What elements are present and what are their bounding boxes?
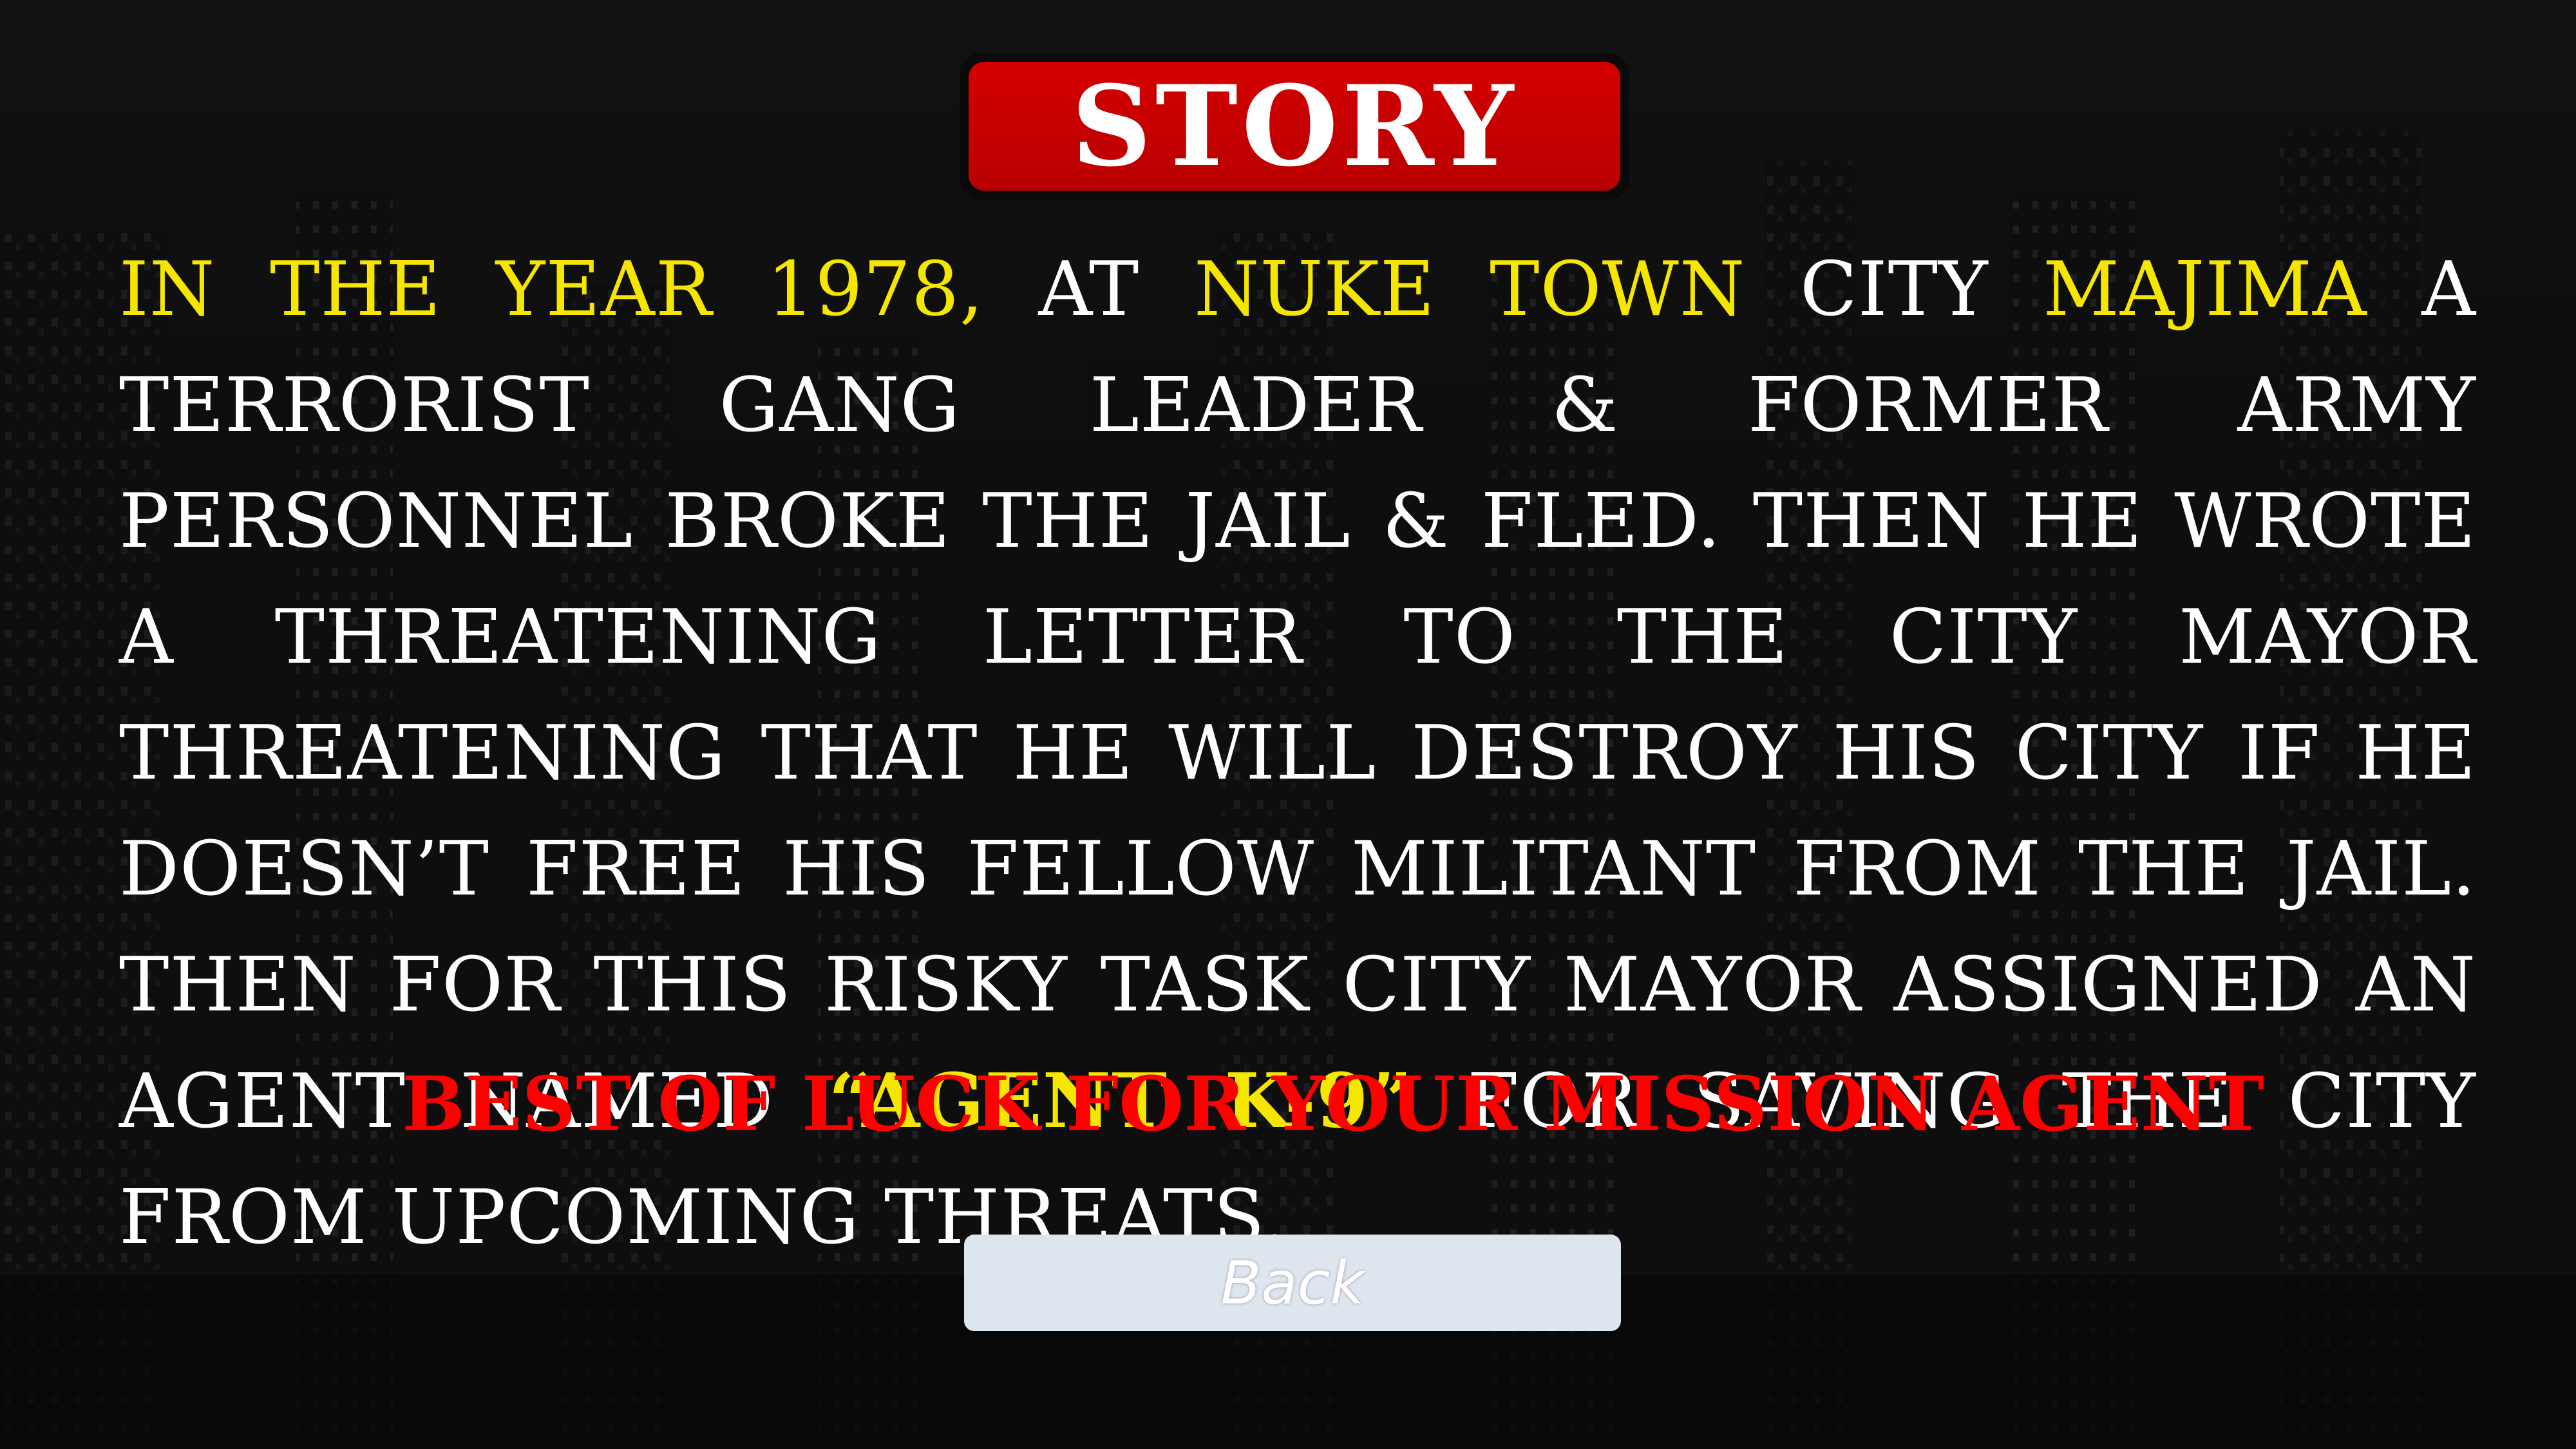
story-text: city [1745, 246, 2043, 333]
farewell-message: BEST OF LUCK FOR YOUR MISSION AGENT [402, 1061, 2264, 1148]
back-button[interactable]: Back [964, 1235, 1621, 1331]
title-banner-inner: STORY [969, 62, 1620, 191]
story-text: a terrorist gang leader & former army pe… [119, 246, 2476, 1145]
story-text: at [983, 246, 1194, 333]
title-banner: STORY [960, 53, 1629, 200]
story-city-highlight: Majima [2043, 246, 2367, 333]
story-town-highlight: Nuke Town [1193, 246, 1746, 333]
page-title: STORY [1071, 61, 1518, 191]
story-screen: STORY In the year 1978, at Nuke Town cit… [0, 0, 2576, 1449]
story-year-highlight: In the year 1978, [119, 246, 984, 333]
